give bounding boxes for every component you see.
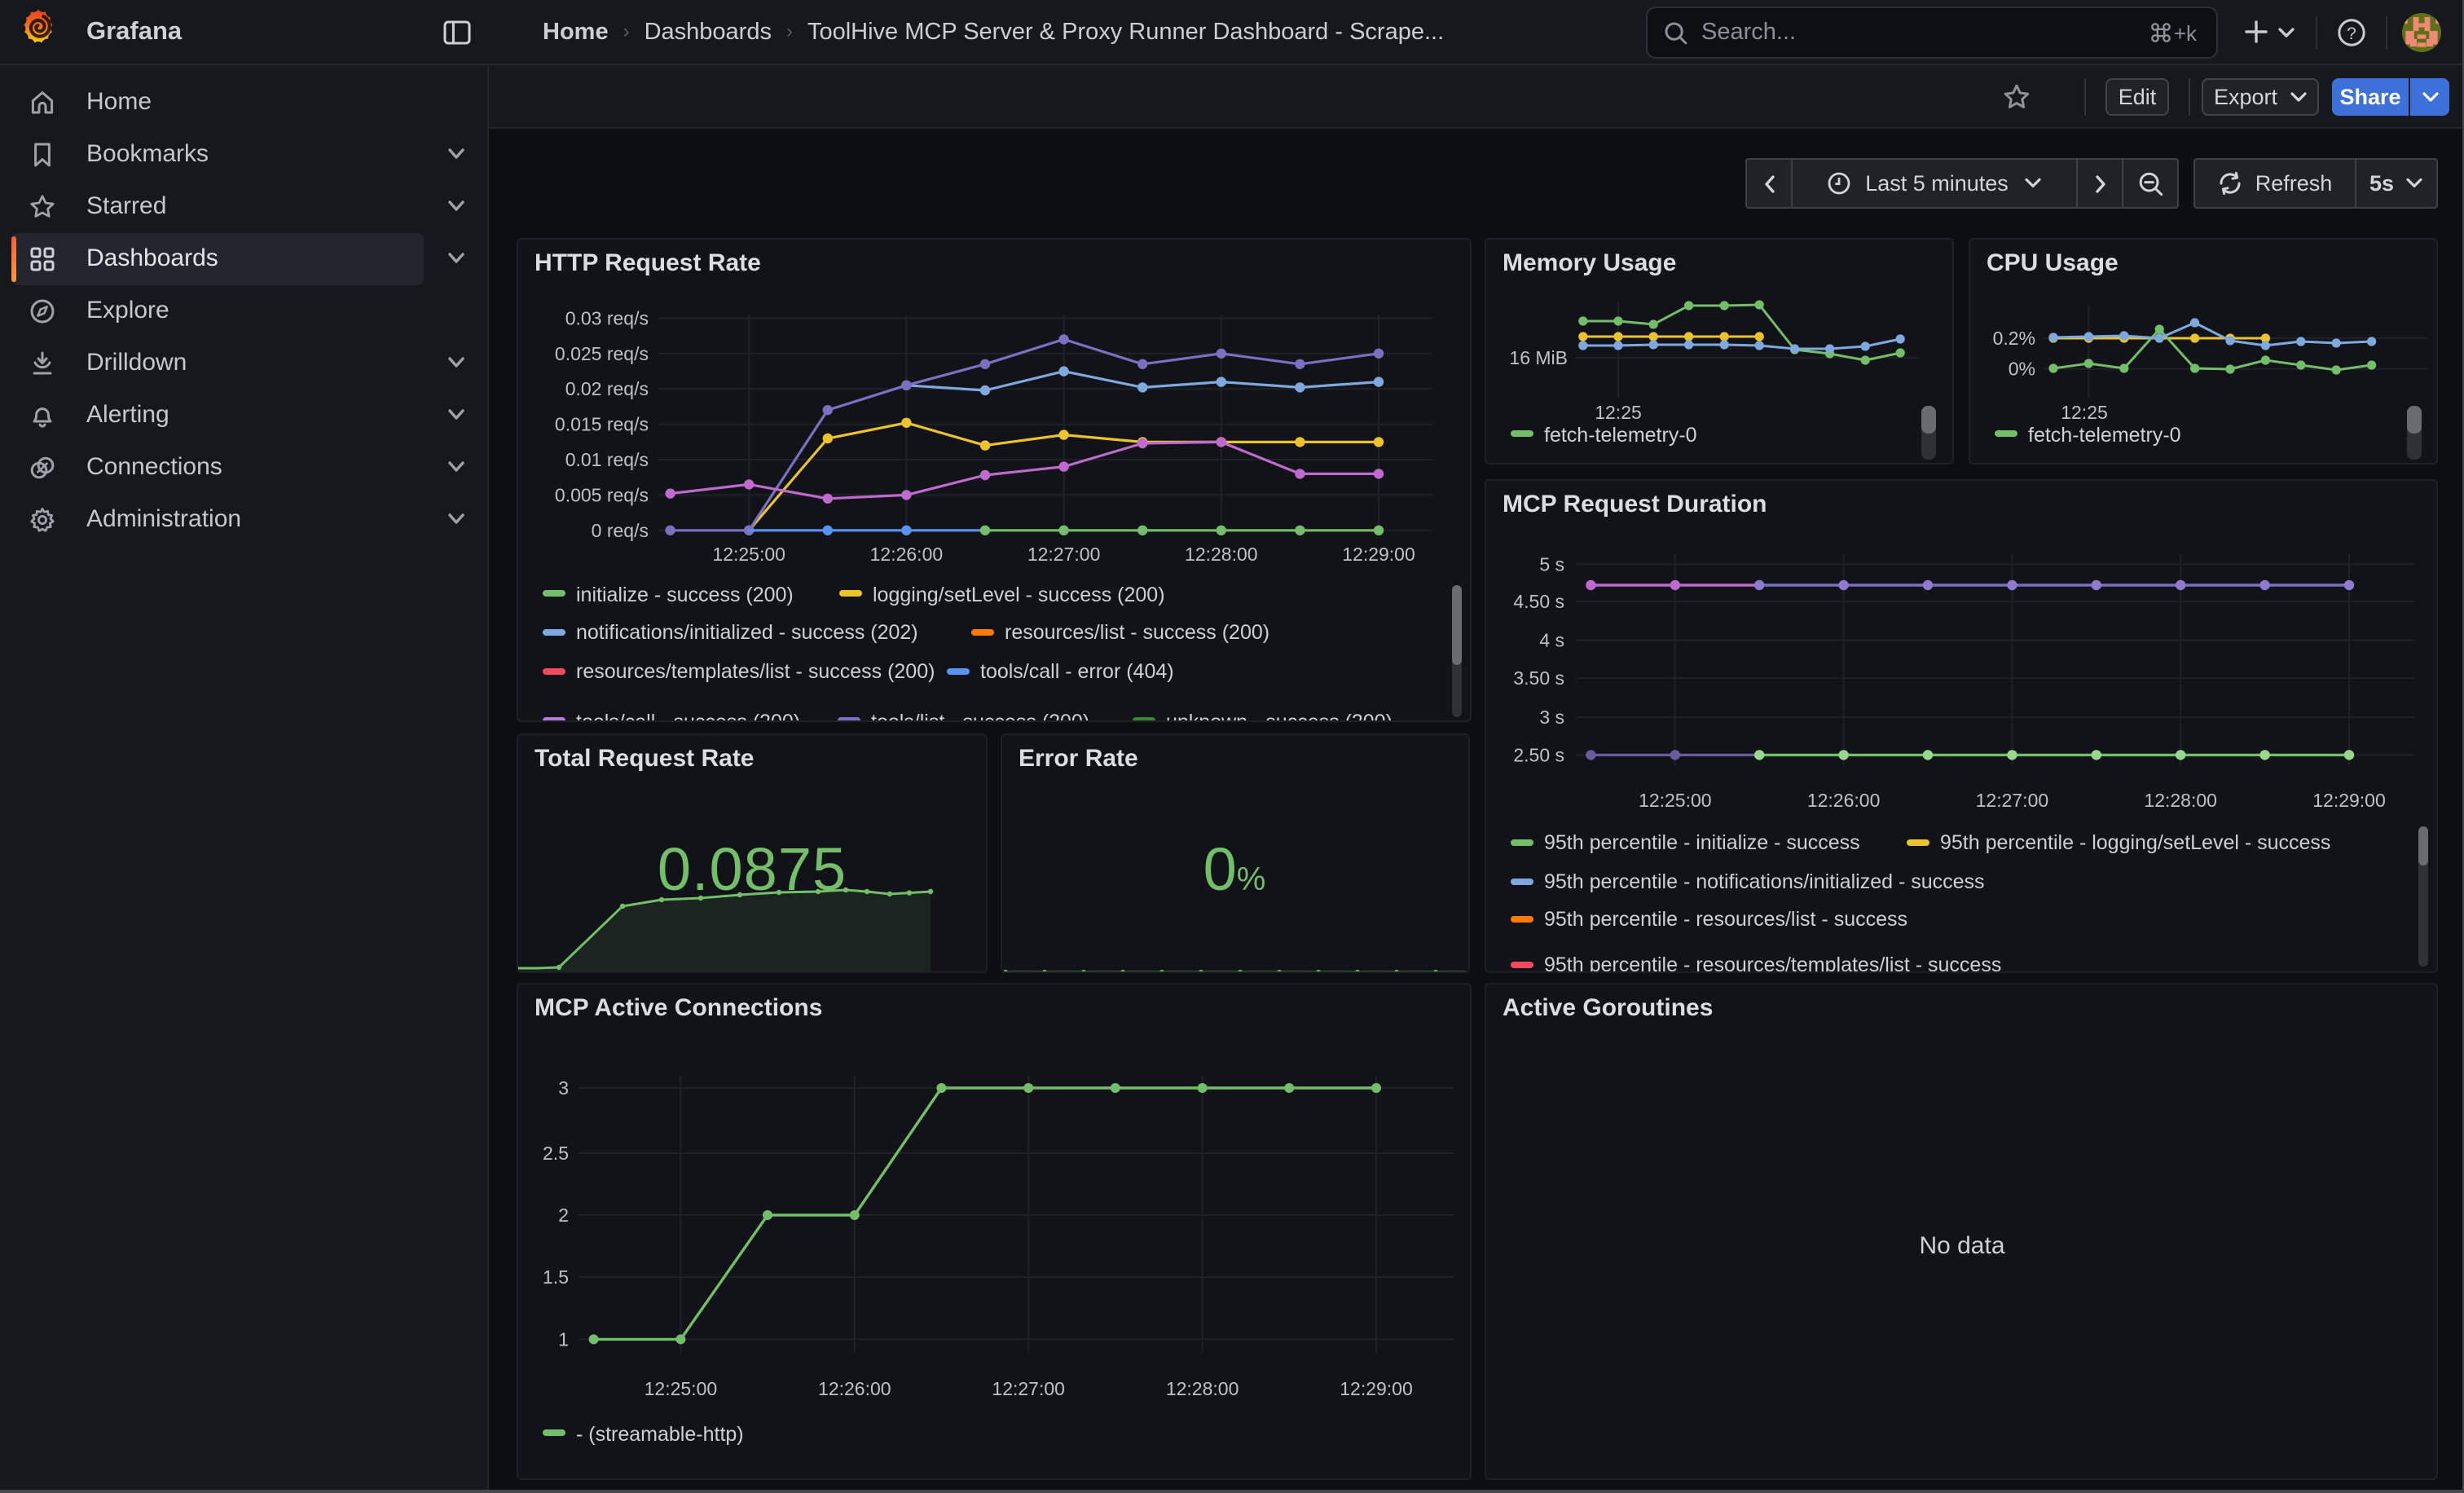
svg-text:5 s: 5 s xyxy=(1538,553,1564,575)
svg-text:0.02 req/s: 0.02 req/s xyxy=(565,377,648,399)
svg-text:0.005 req/s: 0.005 req/s xyxy=(554,483,648,504)
svg-text:?: ? xyxy=(2347,24,2356,43)
svg-text:12:27:00: 12:27:00 xyxy=(991,1377,1064,1398)
svg-text:12:26:00: 12:26:00 xyxy=(1806,790,1880,811)
svg-text:12:27:00: 12:27:00 xyxy=(1027,543,1100,564)
svg-text:1: 1 xyxy=(557,1328,568,1349)
svg-text:3: 3 xyxy=(557,1077,568,1098)
svg-text:12:29:00: 12:29:00 xyxy=(1341,543,1415,564)
svg-text:2.50 s: 2.50 s xyxy=(1512,744,1564,765)
svg-text:12:28:00: 12:28:00 xyxy=(2143,790,2216,811)
svg-text:12:26:00: 12:26:00 xyxy=(869,543,943,564)
svg-text:0.01 req/s: 0.01 req/s xyxy=(565,448,648,469)
svg-text:3 s: 3 s xyxy=(1538,707,1564,728)
svg-text:12:25:00: 12:25:00 xyxy=(644,1377,717,1398)
svg-text:1.5: 1.5 xyxy=(542,1266,568,1287)
svg-text:0.025 req/s: 0.025 req/s xyxy=(554,342,648,363)
svg-text:0%: 0% xyxy=(2008,358,2035,379)
svg-text:4.50 s: 4.50 s xyxy=(1512,591,1564,612)
svg-text:2.5: 2.5 xyxy=(542,1142,568,1163)
svg-text:12:28:00: 12:28:00 xyxy=(1165,1377,1239,1398)
svg-text:0 req/s: 0 req/s xyxy=(591,519,648,540)
svg-text:12:27:00: 12:27:00 xyxy=(1975,790,2048,811)
svg-text:12:25: 12:25 xyxy=(2060,401,2107,422)
svg-text:4 s: 4 s xyxy=(1538,630,1564,651)
svg-text:16 MiB: 16 MiB xyxy=(1508,346,1567,368)
svg-text:12:29:00: 12:29:00 xyxy=(1339,1377,1412,1398)
svg-text:0.03 req/s: 0.03 req/s xyxy=(565,306,648,328)
svg-text:12:29:00: 12:29:00 xyxy=(2312,790,2385,811)
svg-text:3.50 s: 3.50 s xyxy=(1512,667,1564,689)
svg-text:0.015 req/s: 0.015 req/s xyxy=(554,413,648,434)
svg-text:12:28:00: 12:28:00 xyxy=(1184,543,1257,564)
svg-text:2: 2 xyxy=(557,1204,568,1225)
svg-text:12:25:00: 12:25:00 xyxy=(711,543,785,564)
svg-text:0.2%: 0.2% xyxy=(1992,327,2035,348)
svg-text:12:26:00: 12:26:00 xyxy=(817,1377,891,1398)
svg-text:12:25:00: 12:25:00 xyxy=(1638,790,1711,811)
svg-text:12:25: 12:25 xyxy=(1594,401,1641,422)
